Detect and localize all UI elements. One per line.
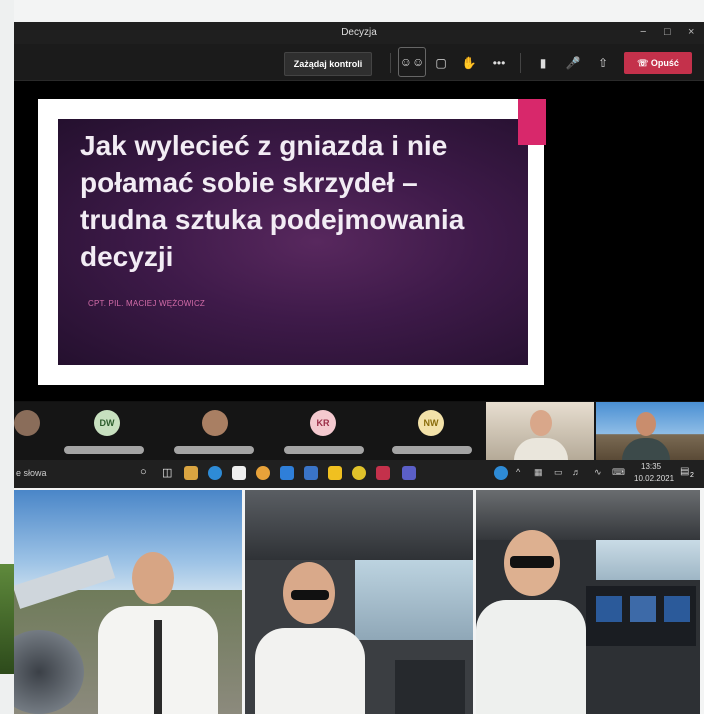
presentation-slide: Jak wylecieć z gniazda i nie połamać sob… bbox=[38, 99, 546, 385]
pilot-tie bbox=[154, 620, 162, 714]
sunglasses bbox=[291, 590, 329, 600]
toolbar-divider bbox=[520, 53, 521, 73]
photo-pilot-aircraft bbox=[14, 490, 242, 714]
participant-tile[interactable] bbox=[164, 402, 274, 460]
participant-shirt bbox=[622, 438, 670, 460]
sunglasses bbox=[510, 556, 554, 568]
clock-time[interactable]: 13:35 bbox=[641, 462, 661, 471]
foliage-edge bbox=[0, 564, 14, 674]
photo-frame-top bbox=[14, 0, 704, 22]
tray-app-icon[interactable] bbox=[494, 466, 508, 480]
clock-date[interactable]: 10.02.2021 bbox=[634, 474, 674, 483]
leave-label: Opuść bbox=[650, 58, 679, 68]
notification-count: 2 bbox=[690, 472, 694, 479]
display-screen bbox=[630, 596, 656, 622]
participant-photo-avatar bbox=[14, 410, 40, 436]
slide-title: Jak wylecieć z gniazda i nie połamać sob… bbox=[80, 130, 465, 272]
participant-video[interactable] bbox=[486, 402, 594, 460]
avatar-kr: KR bbox=[310, 410, 336, 436]
teams-icon[interactable] bbox=[402, 466, 416, 480]
participant-photo-avatar bbox=[202, 410, 228, 436]
participant-strip: DW KR NW bbox=[14, 402, 704, 460]
store-icon[interactable] bbox=[184, 466, 198, 480]
share-icon[interactable]: ⇧ bbox=[590, 52, 616, 74]
firefox-icon[interactable] bbox=[256, 466, 270, 480]
minimize-button[interactable]: − bbox=[640, 26, 646, 38]
cockpit-ceiling bbox=[245, 490, 473, 560]
maximize-button[interactable]: □ bbox=[664, 26, 671, 38]
photo-pilot-instruments bbox=[476, 490, 700, 714]
meeting-toolbar: Zażądaj kontroli ☺☺ ▢ ✋ ••• ▮ 🎤 ⇧ ☏ Opuś… bbox=[14, 44, 704, 81]
participant-tile[interactable]: KR bbox=[274, 402, 384, 460]
chevron-up-icon[interactable]: ^ bbox=[516, 467, 520, 477]
display-screen bbox=[596, 596, 622, 622]
slide-content: Jak wylecieć z gniazda i nie połamać sob… bbox=[58, 99, 546, 365]
file-explorer-icon[interactable] bbox=[328, 466, 342, 480]
notifications-icon[interactable]: ▤ bbox=[680, 466, 689, 477]
raise-hand-icon[interactable]: ✋ bbox=[456, 52, 482, 74]
dropbox-icon[interactable] bbox=[280, 466, 294, 480]
search-icon[interactable]: ○ bbox=[140, 466, 147, 478]
participant-tile[interactable]: NW bbox=[384, 402, 494, 460]
window-title: Decyzja bbox=[341, 27, 377, 38]
app-icon[interactable] bbox=[376, 466, 390, 480]
shared-screen-stage: Jak wylecieć z gniazda i nie połamać sob… bbox=[14, 81, 704, 401]
pilot-shirt bbox=[255, 628, 365, 714]
participant-tile[interactable] bbox=[14, 402, 44, 460]
task-view-icon[interactable]: ◫ bbox=[162, 466, 172, 479]
participant-face bbox=[530, 410, 552, 436]
cockpit-window bbox=[355, 560, 473, 640]
participants-icon[interactable]: ☺☺ bbox=[398, 47, 426, 77]
blurred-name bbox=[284, 446, 364, 454]
instrument-panel bbox=[586, 586, 696, 646]
volume-icon[interactable]: ♬ bbox=[572, 467, 581, 477]
amazon-icon[interactable] bbox=[232, 466, 246, 480]
phone-icon: ☏ bbox=[637, 58, 649, 68]
mail-icon[interactable] bbox=[304, 466, 318, 480]
photo-pilot-cockpit bbox=[245, 490, 473, 714]
participant-face bbox=[636, 412, 656, 436]
toolbar-divider bbox=[390, 53, 391, 73]
teams-meeting-window: Decyzja − □ × Zażądaj kontroli ☺☺ ▢ ✋ ••… bbox=[14, 22, 704, 488]
close-button[interactable]: × bbox=[688, 26, 694, 38]
control-yoke bbox=[395, 660, 465, 714]
camera-icon[interactable]: ▮ bbox=[530, 52, 556, 74]
chat-icon[interactable]: ▢ bbox=[428, 52, 454, 74]
cockpit-window bbox=[596, 540, 700, 580]
blurred-name bbox=[64, 446, 144, 454]
display-screen bbox=[664, 596, 690, 622]
chrome-icon[interactable] bbox=[352, 466, 366, 480]
wifi-icon[interactable]: ∿ bbox=[594, 467, 602, 478]
avatar-nw: NW bbox=[418, 410, 444, 436]
participant-video[interactable] bbox=[596, 402, 704, 460]
request-control-button[interactable]: Zażądaj kontroli bbox=[284, 52, 372, 76]
avatar-dw: DW bbox=[94, 410, 120, 436]
edge-icon[interactable] bbox=[208, 466, 222, 480]
pilot-face bbox=[132, 552, 174, 604]
more-icon[interactable]: ••• bbox=[486, 52, 512, 74]
taskbar-search[interactable]: e słowa bbox=[16, 468, 47, 478]
slide-accent-bar bbox=[518, 99, 546, 145]
network-icon[interactable]: ▦ bbox=[534, 467, 543, 478]
leave-button[interactable]: ☏ Opuść bbox=[624, 52, 692, 74]
blurred-name bbox=[174, 446, 254, 454]
participant-shirt bbox=[514, 438, 568, 460]
windows-taskbar: e słowa ○ ◫ ^ ▦ ▭ ♬ ∿ ⌨ 13:35 10.02.2021… bbox=[14, 460, 704, 488]
participant-tile[interactable]: DW bbox=[54, 402, 164, 460]
pilot-shirt bbox=[476, 600, 586, 714]
photo-frame-left bbox=[0, 0, 14, 714]
slide-author: CPT. PIL. MACIEJ WĘŻOWICZ bbox=[88, 299, 206, 308]
cockpit-ceiling bbox=[476, 490, 700, 540]
blurred-name bbox=[392, 446, 472, 454]
title-bar: Decyzja − □ × bbox=[14, 22, 704, 44]
keyboard-icon[interactable]: ⌨ bbox=[612, 467, 625, 478]
battery-icon[interactable]: ▭ bbox=[554, 467, 563, 478]
mic-off-icon[interactable]: 🎤 bbox=[560, 52, 586, 74]
